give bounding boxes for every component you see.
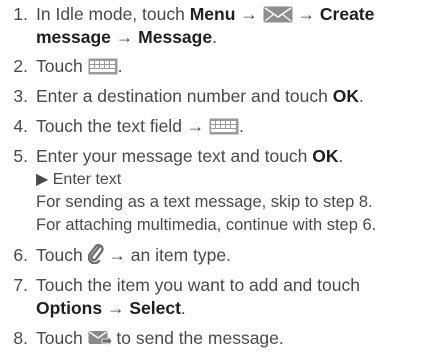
step-text: Options → Select. xyxy=(36,296,420,321)
menu-label: Menu xyxy=(189,4,236,24)
keypad-icon xyxy=(88,57,118,82)
send-message-icon xyxy=(88,329,113,354)
step-number: 8. xyxy=(13,328,28,348)
step-text-part: to send the message. xyxy=(111,328,284,348)
create-label: Create xyxy=(319,4,375,24)
period: . xyxy=(338,146,344,166)
step-text: Enter a destination number and touch OK. xyxy=(36,84,420,109)
keypad-icon xyxy=(209,117,239,142)
step-number: 1. xyxy=(13,4,28,24)
step-text: Enter your message text and touch OK. xyxy=(36,144,420,169)
period: . xyxy=(180,298,186,318)
paperclip-icon xyxy=(87,243,104,271)
step-text-part: Enter your message text and touch xyxy=(36,146,313,166)
period: . xyxy=(212,27,217,47)
step-text: Touch the item you want to add and touch xyxy=(36,275,360,295)
step-text-part: Enter a destination number and touch xyxy=(36,86,333,106)
period: . xyxy=(117,56,123,76)
step-text-part: → an item type. xyxy=(103,245,231,265)
step-text-part: Touch xyxy=(36,245,88,265)
step-text-part: Touch xyxy=(36,328,88,348)
ok-label: OK xyxy=(312,146,339,166)
arrow-text: → xyxy=(292,4,320,24)
enter-text-reference: ▶ Enter text xyxy=(36,171,122,188)
period: . xyxy=(358,86,364,106)
note-text: For attaching multimedia, continue with … xyxy=(36,216,377,234)
arrow-text: → xyxy=(110,27,139,47)
ok-label: OK xyxy=(332,86,359,106)
step-number: 2. xyxy=(13,56,28,76)
select-label: Select xyxy=(129,298,181,318)
step-text: Touch the text field → . xyxy=(36,114,420,142)
step-number: 5. xyxy=(13,146,28,166)
message2-label: Message xyxy=(138,27,213,47)
step-text-part: Touch the text field → xyxy=(36,116,210,136)
step-number: 6. xyxy=(13,245,28,265)
message-label: message xyxy=(36,27,111,47)
arrow-text: → xyxy=(102,298,130,318)
step-number: 7. xyxy=(13,275,28,295)
arrow-text: → xyxy=(235,4,263,24)
step-text: message → Message. xyxy=(36,25,420,50)
step-text-part: In Idle mode, touch xyxy=(36,4,190,24)
step-number: 3. xyxy=(13,86,28,106)
step-number: 4. xyxy=(13,116,28,136)
step-text: Touch . xyxy=(36,54,420,82)
step-text: Touch to send the message. xyxy=(36,326,420,354)
step-text-part: Touch xyxy=(36,56,88,76)
step-text: Touch → an item type. xyxy=(36,243,420,271)
period: . xyxy=(239,116,245,136)
note-text: For sending as a text message, skip to s… xyxy=(36,193,373,211)
options-label: Options xyxy=(36,298,103,318)
